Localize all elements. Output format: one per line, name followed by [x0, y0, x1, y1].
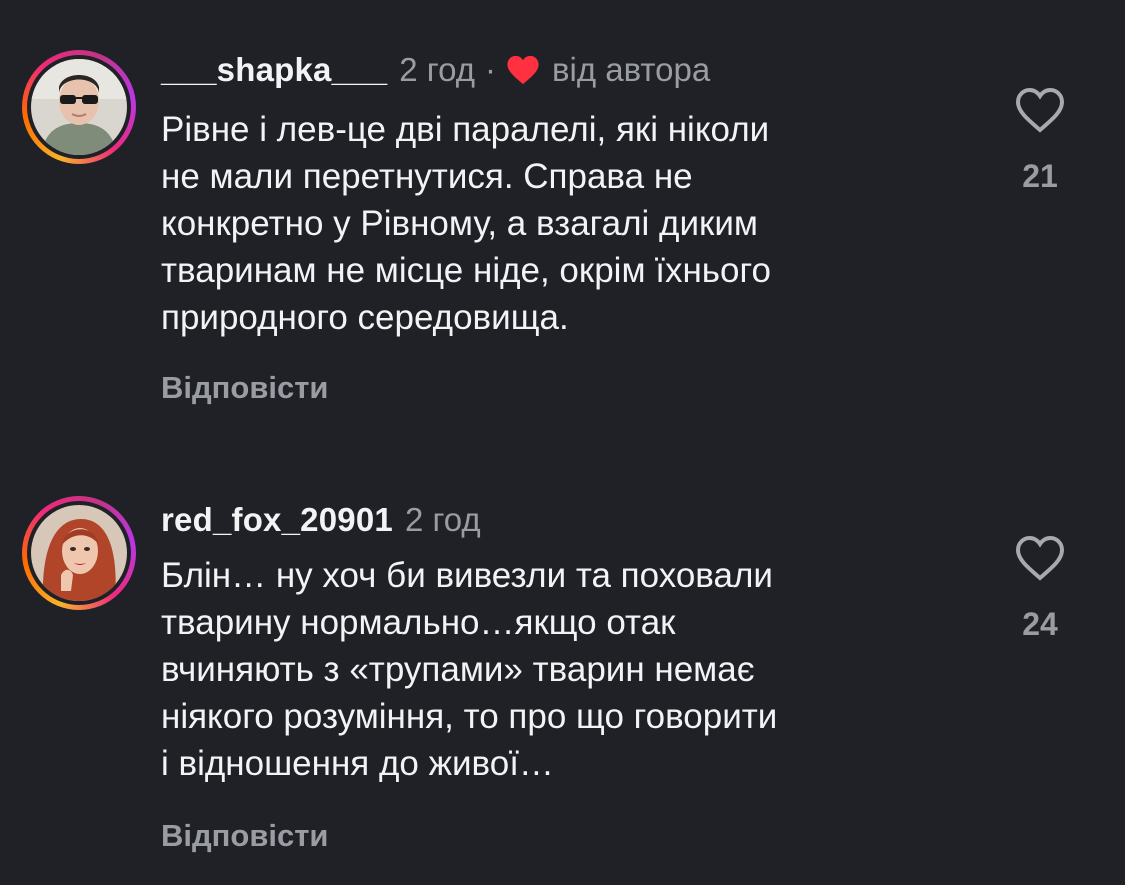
- reply-button[interactable]: Відповісти: [161, 818, 329, 854]
- username[interactable]: red_fox_20901: [161, 501, 393, 539]
- avatar[interactable]: [31, 505, 127, 601]
- liked-by-author-label: від автора: [551, 51, 711, 88]
- like-control: 24: [1000, 534, 1080, 643]
- comment-meta: ___shapka___ 2 год · від автора: [161, 42, 710, 98]
- comment-text: Рівне і лев-це дві паралелі, які ніколи …: [161, 110, 771, 337]
- comment-text: Блін… ну хоч би вивезли та поховали твар…: [161, 556, 778, 783]
- like-count: 24: [1022, 606, 1058, 642]
- comment-meta: red_fox_20901 2 год: [161, 492, 481, 548]
- comment-item: ___shapka___ 2 год · від автора Рівне і …: [0, 42, 1125, 422]
- separator-dot: ·: [484, 51, 496, 88]
- comment-item: red_fox_20901 2 год Блін… ну хоч би виве…: [0, 492, 1125, 872]
- author-heart-icon: [506, 54, 540, 86]
- avatar-man-sunglasses-icon: [31, 59, 127, 155]
- story-ring[interactable]: [22, 496, 136, 610]
- avatar-woman-red-hair-icon: [31, 505, 127, 601]
- heart-outline-icon[interactable]: [1014, 86, 1066, 134]
- heart-outline-icon[interactable]: [1014, 534, 1066, 582]
- timestamp: 2 год: [399, 51, 475, 88]
- like-control: 21: [1000, 86, 1080, 195]
- reply-button[interactable]: Відповісти: [161, 370, 329, 406]
- story-ring[interactable]: [22, 50, 136, 164]
- username[interactable]: ___shapka___: [161, 51, 387, 89]
- like-count: 21: [1022, 158, 1058, 194]
- timestamp: 2 год: [404, 501, 481, 538]
- avatar[interactable]: [31, 59, 127, 155]
